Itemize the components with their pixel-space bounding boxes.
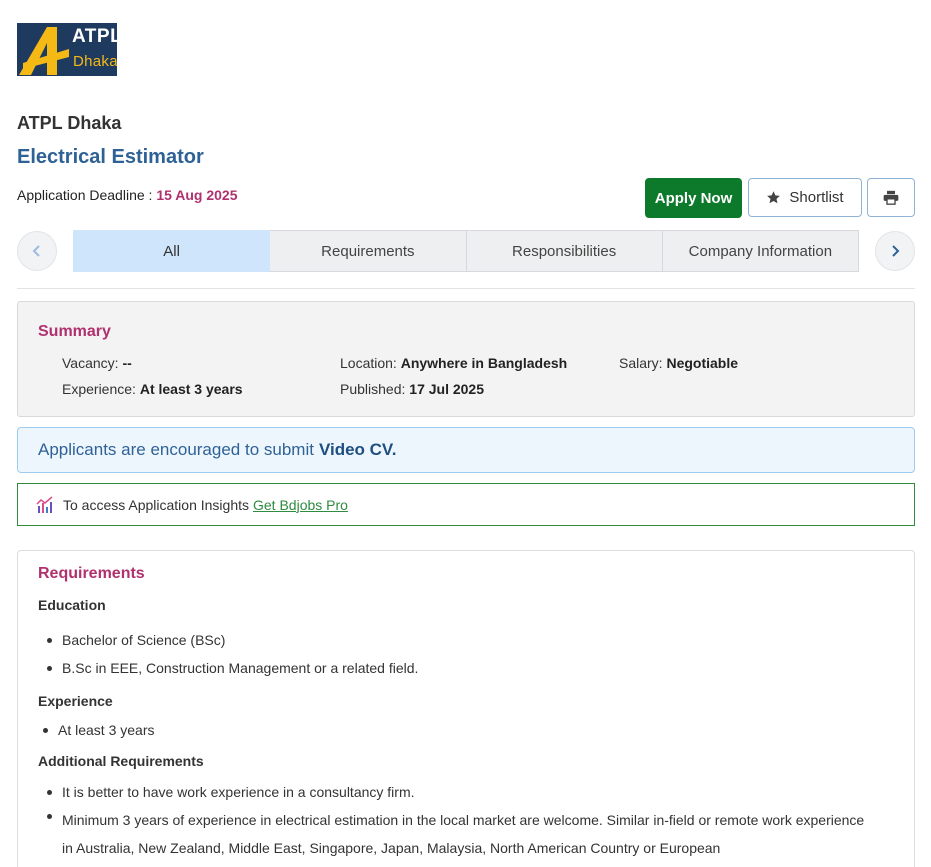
- job-title: Electrical Estimator: [17, 146, 204, 168]
- published-value: 17 Jul 2025: [409, 381, 485, 397]
- list-item: B.Sc in EEE, Construction Management or …: [38, 658, 418, 678]
- summary-vacancy: Vacancy: --: [62, 355, 132, 371]
- get-bdjobs-pro-link[interactable]: Get Bdjobs Pro: [253, 497, 348, 513]
- education-list: Bachelor of Science (BSc) B.Sc in EEE, C…: [38, 630, 418, 678]
- video-cv-text: Applicants are encouraged to submit: [38, 440, 314, 459]
- published-label: Published:: [340, 381, 406, 397]
- summary-heading: Summary: [38, 323, 111, 340]
- tab-requirements[interactable]: Requirements: [270, 230, 467, 272]
- tabs-scroll-right-button[interactable]: [875, 231, 915, 271]
- requirements-heading: Requirements: [38, 565, 145, 582]
- logo-mark-icon: [19, 27, 69, 75]
- video-cv-notice: Applicants are encouraged to submit Vide…: [17, 427, 915, 473]
- list-item: Minimum 3 years of experience in electri…: [38, 806, 868, 862]
- chevron-right-icon: [892, 245, 900, 257]
- tab-company-information[interactable]: Company Information: [662, 230, 859, 272]
- deadline-date: 15 Aug 2025: [156, 187, 238, 203]
- vacancy-value: --: [122, 355, 132, 371]
- additional-requirements-heading: Additional Requirements: [38, 753, 204, 769]
- video-cv-highlight: Video CV.: [318, 440, 397, 459]
- summary-panel: Summary Vacancy: -- Location: Anywhere i…: [17, 301, 915, 417]
- insights-text: To access Application Insights: [63, 496, 249, 513]
- printer-icon: [883, 190, 899, 205]
- tabs-scroll-left-button[interactable]: [17, 231, 57, 271]
- salary-label: Salary:: [619, 355, 663, 371]
- vacancy-label: Vacancy:: [62, 355, 119, 371]
- additional-requirements-list: It is better to have work experience in …: [38, 782, 868, 862]
- shortlist-label: Shortlist: [789, 189, 844, 206]
- logo-text-dhaka: Dhaka: [73, 53, 117, 70]
- experience-list: At least 3 years: [34, 720, 155, 740]
- divider: [17, 288, 915, 289]
- experience-heading: Experience: [38, 693, 113, 709]
- requirements-panel: Requirements Education Bachelor of Scien…: [17, 550, 915, 867]
- summary-experience: Experience: At least 3 years: [62, 381, 243, 397]
- location-value: Anywhere in Bangladesh: [400, 355, 568, 371]
- summary-salary: Salary: Negotiable: [619, 355, 738, 371]
- company-name: ATPL Dhaka: [17, 113, 122, 133]
- application-deadline: Application Deadline : 15 Aug 2025: [17, 187, 238, 203]
- tab-responsibilities[interactable]: Responsibilities: [466, 230, 663, 272]
- salary-value: Negotiable: [666, 355, 739, 371]
- chevron-left-icon: [32, 245, 40, 257]
- list-item: At least 3 years: [34, 720, 155, 740]
- logo-text-atpl: ATPL: [72, 26, 117, 47]
- tab-all[interactable]: All: [73, 230, 271, 272]
- print-button[interactable]: [867, 178, 915, 217]
- deadline-label: Application Deadline :: [17, 187, 153, 203]
- application-insights-banner: To access Application Insights Get Bdjob…: [17, 483, 915, 526]
- summary-location: Location: Anywhere in Bangladesh: [340, 355, 567, 371]
- company-logo: ATPL Dhaka: [17, 23, 117, 76]
- experience-label: Experience:: [62, 381, 136, 397]
- star-icon: [767, 191, 781, 204]
- insights-chart-icon: [36, 495, 54, 514]
- list-item: It is better to have work experience in …: [38, 782, 868, 802]
- experience-value: At least 3 years: [139, 381, 243, 397]
- list-item: Bachelor of Science (BSc): [38, 630, 418, 650]
- education-heading: Education: [38, 597, 106, 613]
- location-label: Location:: [340, 355, 397, 371]
- job-detail-tabs: All Requirements Responsibilities Compan…: [73, 230, 859, 272]
- shortlist-button[interactable]: Shortlist: [748, 178, 862, 217]
- apply-now-button[interactable]: Apply Now: [645, 178, 742, 218]
- summary-published: Published: 17 Jul 2025: [340, 381, 484, 397]
